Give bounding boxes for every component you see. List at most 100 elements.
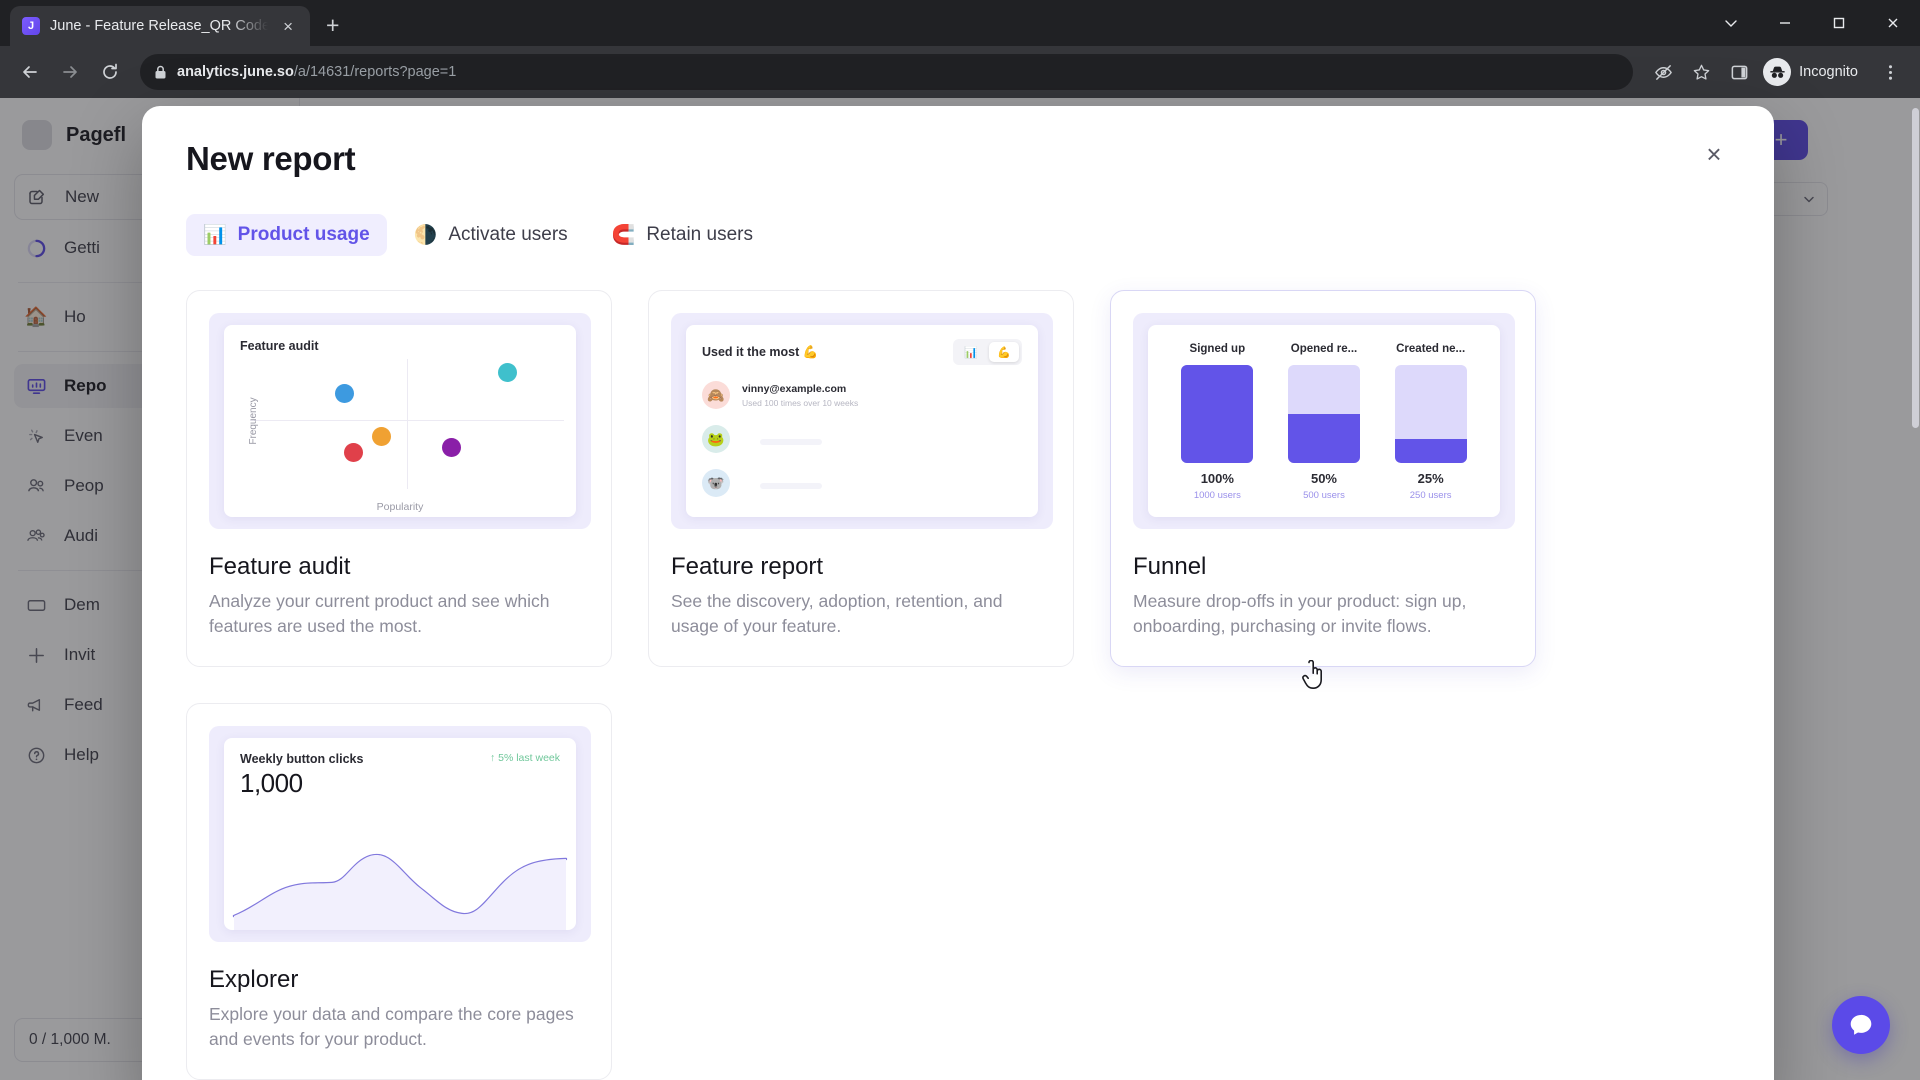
bar-chart-emoji-icon: 📊: [203, 224, 227, 246]
chart-title: Feature audit: [240, 339, 319, 353]
funnel-step: Opened re... 50% 500 users: [1278, 343, 1370, 501]
step-percent: 25%: [1417, 471, 1444, 486]
profile-label: Incognito: [1799, 64, 1858, 80]
browser-toolbar: analytics.june.so/a/14631/reports?page=1…: [0, 46, 1920, 98]
funnel-bar: [1394, 365, 1467, 463]
new-tab-button[interactable]: +: [326, 14, 339, 37]
feature-report-thumbnail: Used it the most 💪 📊 💪 🙈 vinny@example.c…: [671, 313, 1053, 529]
line-chart: [232, 853, 568, 930]
window-close-icon[interactable]: [1866, 0, 1920, 46]
card-description: Measure drop-offs in your product: sign …: [1133, 591, 1467, 637]
user-email: vinny@example.com: [742, 382, 847, 395]
feature-audit-thumbnail: Feature audit Frequency Popularity: [209, 313, 591, 529]
chart-title: Used it the most 💪: [702, 344, 819, 359]
avatar: 🙈: [702, 381, 730, 409]
muscle-emoji-icon[interactable]: 💪: [989, 342, 1019, 362]
star-icon[interactable]: [1683, 54, 1719, 90]
explorer-thumbnail: Weekly button clicks ↑ 5% last week 1,00…: [209, 725, 591, 942]
step-percent: 100%: [1200, 471, 1234, 486]
card-description: See the discovery, adoption, retention, …: [671, 591, 1003, 637]
quadrant-hline: [250, 420, 564, 422]
step-label: Created ne...: [1396, 343, 1466, 355]
side-panel-icon[interactable]: [1721, 54, 1757, 90]
y-axis-label: Frequency: [248, 397, 260, 445]
intercom-chat-button[interactable]: [1832, 996, 1890, 1054]
skeleton-line: [760, 438, 822, 445]
view-toggle[interactable]: 📊 💪: [953, 339, 1022, 365]
address-bar[interactable]: analytics.june.so/a/14631/reports?page=1: [140, 54, 1634, 90]
close-icon[interactable]: ×: [1694, 134, 1734, 174]
user-detail: Used 100 times over 10 weeks: [742, 397, 859, 408]
browser-titlebar: J June - Feature Release_QR Code × +: [0, 0, 1920, 46]
tab-search-icon[interactable]: [1704, 0, 1758, 46]
list-item: 🐸: [702, 425, 1022, 453]
forward-icon[interactable]: [52, 54, 88, 90]
tab-label: Retain users: [646, 224, 753, 245]
address-bar-text: analytics.june.so/a/14631/reports?page=1: [177, 64, 456, 80]
scatter-point: [344, 442, 364, 462]
step-users: 250 users: [1409, 490, 1452, 501]
tab-strip: J June - Feature Release_QR Code × +: [0, 0, 339, 46]
scatter-point: [498, 363, 518, 383]
eye-off-icon[interactable]: [1645, 54, 1681, 90]
funnel-bar: [1181, 365, 1254, 463]
step-users: 1000 users: [1193, 490, 1241, 501]
card-description: Explore your data and compare the core p…: [209, 1003, 574, 1050]
close-icon[interactable]: ×: [278, 18, 298, 35]
chart-header: Used it the most 💪 📊 💪: [702, 339, 1022, 365]
back-icon[interactable]: [12, 54, 48, 90]
step-percent: 50%: [1310, 471, 1337, 486]
new-report-modal: New report × 📊 Product usage 🌗 Activate …: [142, 106, 1774, 1080]
x-axis-label: Popularity: [376, 501, 424, 513]
browser-window: J June - Feature Release_QR Code × + ana…: [0, 0, 1920, 1080]
funnel-thumbnail: Signed up 100% 1000 users Opened re... 5…: [1133, 313, 1515, 529]
report-template-grid: Feature audit Frequency Popularity Featu…: [186, 290, 1730, 1080]
chart-icon[interactable]: 📊: [956, 342, 986, 362]
toolbar-right-actions: Incognito: [1645, 54, 1908, 90]
incognito-icon: [1763, 58, 1792, 86]
minimize-icon[interactable]: [1758, 0, 1812, 46]
scrollbar-thumb[interactable]: [1912, 108, 1919, 428]
card-title: Explorer: [209, 965, 299, 993]
tab-product-usage[interactable]: 📊 Product usage: [186, 214, 387, 256]
card-title: Feature report: [671, 553, 824, 580]
chat-bubble-icon: [1850, 1014, 1872, 1035]
tab-activate-users[interactable]: 🌗 Activate users: [397, 214, 585, 256]
tab-label: Product usage: [237, 224, 370, 245]
card-description: Analyze your current product and see whi…: [209, 591, 550, 637]
scatter-point: [441, 437, 461, 457]
step-label: Opened re...: [1290, 343, 1358, 355]
list-item: 🙈 vinny@example.com Used 100 times over …: [702, 381, 1022, 409]
avatar: 🐸: [702, 425, 730, 453]
card-title: Feature audit: [209, 553, 351, 580]
browser-tab[interactable]: J June - Feature Release_QR Code ×: [10, 6, 310, 46]
funnel-step: Signed up 100% 1000 users: [1171, 343, 1263, 501]
report-category-tabs: 📊 Product usage 🌗 Activate users 🧲 Retai…: [186, 214, 1730, 256]
magnet-emoji-icon: 🧲: [611, 224, 636, 246]
scatter-point: [334, 384, 354, 404]
tab-retain-users[interactable]: 🧲 Retain users: [595, 214, 770, 256]
june-logo-icon: J: [22, 17, 40, 35]
delta-label: ↑ 5% last week: [489, 751, 560, 764]
tab-title: June - Feature Release_QR Code: [50, 18, 269, 34]
scatter-plot: [250, 359, 564, 489]
page-scrollbar[interactable]: [1912, 98, 1920, 1080]
maximize-icon[interactable]: [1812, 0, 1866, 46]
card-title: Funnel: [1133, 553, 1207, 580]
chart-title: Weekly button clicks: [240, 751, 364, 766]
report-card-feature-audit[interactable]: Feature audit Frequency Popularity Featu…: [186, 290, 612, 667]
metric-value: 1,000: [240, 767, 303, 798]
tab-label: Activate users: [448, 224, 568, 245]
scatter-point: [372, 427, 392, 447]
funnel-step: Created ne... 25% 250 users: [1385, 343, 1477, 501]
three-dot-menu-icon[interactable]: [1872, 54, 1908, 90]
profile-incognito-button[interactable]: Incognito: [1759, 55, 1870, 89]
avatar: 🐨: [702, 469, 730, 497]
report-card-explorer[interactable]: Weekly button clicks ↑ 5% last week 1,00…: [186, 702, 612, 1080]
funnel-bar: [1287, 365, 1360, 463]
report-card-feature-report[interactable]: Used it the most 💪 📊 💪 🙈 vinny@example.c…: [648, 290, 1074, 667]
report-card-funnel[interactable]: Signed up 100% 1000 users Opened re... 5…: [1110, 290, 1536, 667]
url-domain: analytics.june.so: [177, 64, 294, 80]
reload-icon[interactable]: [92, 54, 128, 90]
lock-icon: [154, 65, 167, 80]
